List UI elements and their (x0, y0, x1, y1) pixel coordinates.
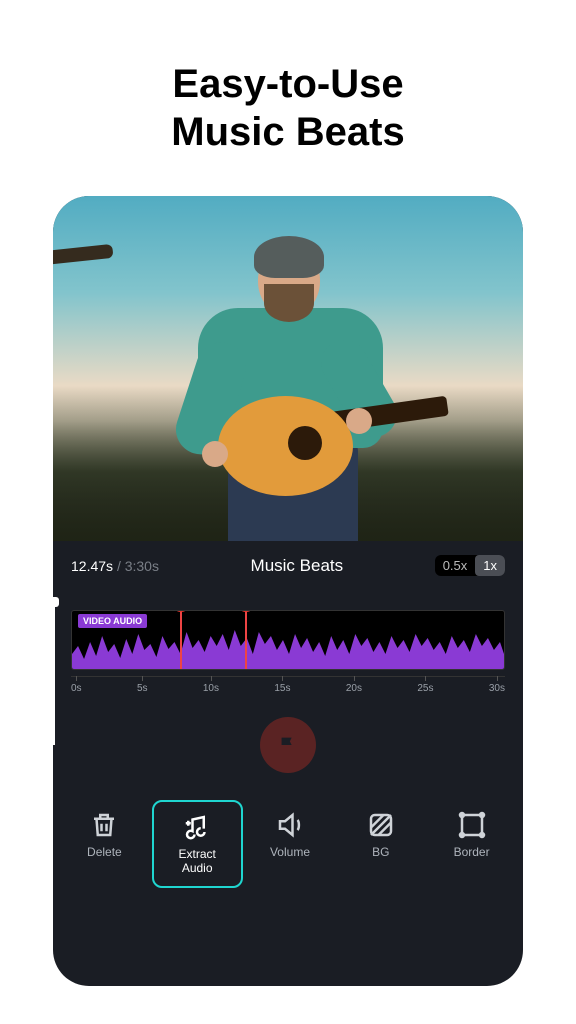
audio-track[interactable]: VIDEO AUDIO 1 2 (71, 610, 505, 670)
tool-border[interactable]: Border (428, 800, 515, 870)
ruler-tick: 5s (137, 683, 148, 706)
beat-marker-1[interactable]: 1 (180, 610, 182, 670)
beat-marker-2[interactable]: 2 (245, 610, 247, 670)
speaker-icon (275, 810, 305, 840)
trash-icon (89, 810, 119, 840)
ruler-tick: 15s (274, 683, 290, 706)
playhead[interactable] (53, 600, 55, 745)
scene-branch (53, 244, 114, 266)
speed-option-0[interactable]: 0.5x (435, 555, 476, 576)
video-preview[interactable] (53, 196, 523, 541)
headline: Easy-to-UseMusic Beats (171, 60, 404, 156)
mode-title: Music Beats (251, 556, 344, 576)
timeline[interactable]: VIDEO AUDIO 1 2 0s 5s 10s 15s 20s 25s 30… (53, 586, 523, 700)
ruler-tick: 20s (346, 683, 362, 706)
hatch-icon (366, 810, 396, 840)
frame-icon (457, 810, 487, 840)
scene-person (158, 236, 418, 541)
tool-extract-audio[interactable]: Extract Audio (152, 800, 243, 888)
speed-option-1[interactable]: 1x (475, 555, 505, 576)
bottom-toolbar: Delete Extract Audio Volume BG Border (53, 790, 523, 908)
ruler-tick: 10s (203, 683, 219, 706)
editor-frame: 12.47s / 3:30s Music Beats 0.5x 1x VIDEO… (53, 196, 523, 986)
ruler-tick: 0s (71, 683, 82, 706)
controls-row: 12.47s / 3:30s Music Beats 0.5x 1x (53, 541, 523, 586)
tool-volume[interactable]: Volume (247, 800, 334, 870)
ruler-tick: 30s (489, 683, 505, 706)
tool-label: Extract Audio (179, 848, 216, 876)
waveform (72, 624, 504, 669)
tool-delete[interactable]: Delete (61, 800, 148, 870)
time-total: / 3:30s (117, 558, 159, 574)
speed-toggle[interactable]: 0.5x 1x (435, 555, 505, 576)
ruler-tick: 25s (417, 683, 433, 706)
tool-label: BG (372, 846, 389, 860)
music-plus-icon (182, 812, 212, 842)
tool-bg[interactable]: BG (337, 800, 424, 870)
tool-label: Delete (87, 846, 122, 860)
time-ruler: 0s 5s 10s 15s 20s 25s 30s (71, 676, 505, 700)
tool-label: Border (454, 846, 490, 860)
time-current: 12.47s (71, 558, 113, 574)
time-readout: 12.47s / 3:30s (71, 558, 159, 574)
flag-icon (277, 734, 299, 756)
tool-label: Volume (270, 846, 310, 860)
flag-button[interactable] (260, 717, 316, 773)
